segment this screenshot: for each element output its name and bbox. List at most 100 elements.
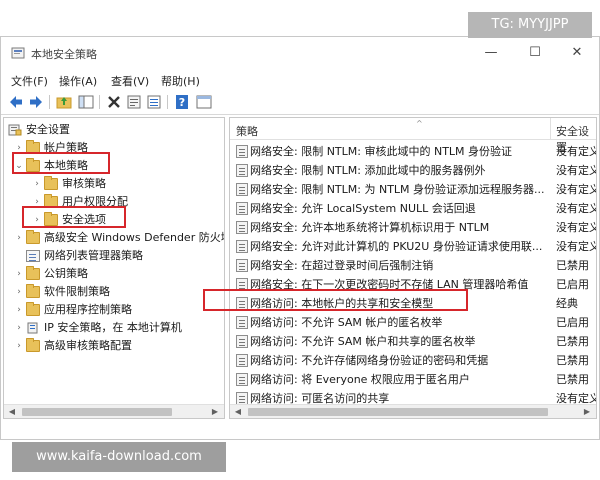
security-settings-icon	[8, 124, 22, 136]
table-row[interactable]: 网络安全: 在超过登录时间后强制注销 已禁用	[230, 256, 596, 275]
policy-icon	[236, 164, 248, 177]
local-security-policy-window: 本地安全策略 — ☐ ✕ 文件(F) 操作(A) 查看(V) 帮助(H) ? 安…	[0, 36, 600, 440]
policy-name: 网络安全: 限制 NTLM: 为 NTLM 身份验证添加远程服务器...	[250, 183, 545, 196]
policy-setting: 没有定义	[556, 183, 597, 196]
tree-item-label: 软件限制策略	[44, 285, 110, 298]
show-tree-icon[interactable]	[77, 93, 95, 111]
policy-setting: 没有定义	[556, 202, 597, 215]
table-row[interactable]: 网络安全: 限制 NTLM: 审核此域中的 NTLM 身份验证 没有定义	[230, 142, 597, 161]
scroll-right-icon[interactable]: ▶	[581, 406, 593, 418]
policy-setting: 已禁用	[556, 373, 589, 386]
policy-setting: 没有定义	[556, 240, 597, 253]
policy-icon	[236, 354, 248, 367]
policy-icon	[236, 221, 248, 234]
toolbar-separator	[49, 95, 50, 109]
app-icon	[11, 47, 25, 59]
export-list-icon[interactable]	[145, 93, 163, 111]
help-icon[interactable]: ?	[173, 93, 191, 111]
chevron-right-icon[interactable]: ›	[32, 175, 42, 193]
folder-icon	[26, 266, 40, 280]
highlight-security-options	[22, 206, 126, 228]
up-folder-icon[interactable]	[55, 93, 73, 111]
policy-icon	[236, 335, 248, 348]
menu-view[interactable]: 查看(V)	[111, 73, 149, 89]
policy-name: 网络访问: 不允许 SAM 帐户和共享的匿名枚举	[250, 335, 476, 348]
folder-icon	[26, 338, 40, 352]
policy-name: 网络访问: 不允许存储网络身份验证的密码和凭据	[250, 354, 489, 367]
policy-name: 网络访问: 将 Everyone 权限应用于匿名用户	[250, 373, 470, 386]
table-row[interactable]: 网络访问: 不允许存储网络身份验证的密码和凭据 已禁用	[230, 351, 596, 370]
chevron-right-icon[interactable]: ›	[14, 265, 24, 283]
minimize-button[interactable]: —	[471, 41, 511, 65]
policy-setting: 已禁用	[556, 354, 589, 367]
policy-icon	[236, 373, 248, 386]
policy-name: 网络安全: 允许 LocalSystem NULL 会话回退	[250, 202, 476, 215]
column-header-row: 策略 ^ 安全设置	[230, 118, 596, 154]
table-row[interactable]: 网络安全: 允许 LocalSystem NULL 会话回退 没有定义	[230, 199, 597, 218]
table-row[interactable]: 网络访问: 不允许 SAM 帐户的匿名枚举 已启用	[230, 313, 596, 332]
table-row[interactable]: 网络安全: 限制 NTLM: 添加此域中的服务器例外 没有定义	[230, 161, 597, 180]
tree-item-label: 应用程序控制策略	[44, 303, 132, 316]
table-row[interactable]: 网络访问: 不允许 SAM 帐户和共享的匿名枚举 已禁用	[230, 332, 596, 351]
policy-setting: 没有定义	[556, 145, 597, 158]
scrollbar-thumb[interactable]	[248, 408, 548, 416]
scroll-left-icon[interactable]: ◀	[6, 406, 18, 418]
policy-name: 网络安全: 在超过登录时间后强制注销	[250, 259, 434, 272]
chevron-right-icon[interactable]: ›	[14, 319, 24, 337]
highlight-local-account-sharing-model	[203, 289, 468, 311]
title-bar: 本地安全策略 — ☐ ✕	[1, 37, 599, 69]
table-row[interactable]: 网络访问: 将 Everyone 权限应用于匿名用户 已禁用	[230, 370, 596, 389]
back-icon[interactable]	[7, 93, 25, 111]
svg-text:?: ?	[179, 96, 185, 109]
forward-icon[interactable]	[27, 93, 45, 111]
policy-setting: 已启用	[556, 316, 589, 329]
close-button[interactable]: ✕	[557, 41, 597, 65]
chevron-right-icon[interactable]: ›	[14, 301, 24, 319]
column-divider[interactable]	[550, 118, 551, 140]
policy-icon	[236, 259, 248, 272]
scrollbar-thumb[interactable]	[22, 408, 172, 416]
policy-name: 网络安全: 限制 NTLM: 添加此域中的服务器例外	[250, 164, 486, 177]
toolbar: ?	[1, 91, 599, 115]
tree-item-label: 高级安全 Windows Defender 防火墙	[44, 231, 225, 244]
maximize-button[interactable]: ☐	[515, 41, 555, 65]
tree-item-label: IP 安全策略，在 本地计算机	[44, 321, 182, 334]
tree-item-label: 公钥策略	[44, 267, 88, 280]
scroll-right-icon[interactable]: ▶	[209, 406, 221, 418]
toolbar-separator	[167, 95, 168, 109]
tree-horizontal-scrollbar[interactable]: ◀ ▶	[4, 404, 224, 418]
menu-bar: 文件(F) 操作(A) 查看(V) 帮助(H)	[1, 69, 599, 91]
highlight-local-policies	[12, 152, 110, 174]
table-row[interactable]: 网络安全: 限制 NTLM: 为 NTLM 身份验证添加远程服务器... 没有定…	[230, 180, 597, 199]
list-horizontal-scrollbar[interactable]: ◀ ▶	[230, 404, 596, 418]
policy-list-pane[interactable]: 策略 ^ 安全设置 网络安全: 限制 NTLM: 审核此域中的 NTLM 身份验…	[229, 117, 597, 419]
tree-item-label: 安全设置	[26, 123, 70, 136]
policy-name: 网络安全: 允许对此计算机的 PKU2U 身份验证请求使用联...	[250, 240, 543, 253]
policy-setting: 没有定义	[556, 221, 597, 234]
properties-icon[interactable]	[125, 93, 143, 111]
chevron-right-icon[interactable]: ›	[14, 229, 24, 247]
folder-icon	[26, 284, 40, 298]
table-row[interactable]: 网络安全: 允许对此计算机的 PKU2U 身份验证请求使用联... 没有定义	[230, 237, 597, 256]
table-row[interactable]: 网络安全: 允许本地系统将计算机标识用于 NTLM 没有定义	[230, 218, 597, 237]
policy-setting: 没有定义	[556, 164, 597, 177]
menu-file[interactable]: 文件(F)	[11, 73, 48, 89]
policy-setting: 已禁用	[556, 259, 589, 272]
chevron-right-icon[interactable]: ›	[14, 337, 24, 355]
column-header-policy[interactable]: 策略	[236, 123, 258, 139]
policy-icon	[236, 145, 248, 158]
console-icon[interactable]	[195, 93, 213, 111]
tree-item-label: 网络列表管理器策略	[44, 249, 143, 262]
policy-name: 网络安全: 允许本地系统将计算机标识用于 NTLM	[250, 221, 490, 234]
menu-action[interactable]: 操作(A)	[59, 73, 97, 89]
doc-icon	[26, 250, 40, 262]
delete-icon[interactable]	[105, 93, 123, 111]
tree-item-label: 审核策略	[62, 177, 106, 190]
policy-icon	[236, 316, 248, 329]
scroll-left-icon[interactable]: ◀	[232, 406, 244, 418]
chevron-right-icon[interactable]: ›	[14, 283, 24, 301]
watermark-tg: TG: MYYJJPP	[468, 12, 592, 38]
toolbar-separator	[99, 95, 100, 109]
policy-icon	[236, 183, 248, 196]
menu-help[interactable]: 帮助(H)	[161, 73, 200, 89]
